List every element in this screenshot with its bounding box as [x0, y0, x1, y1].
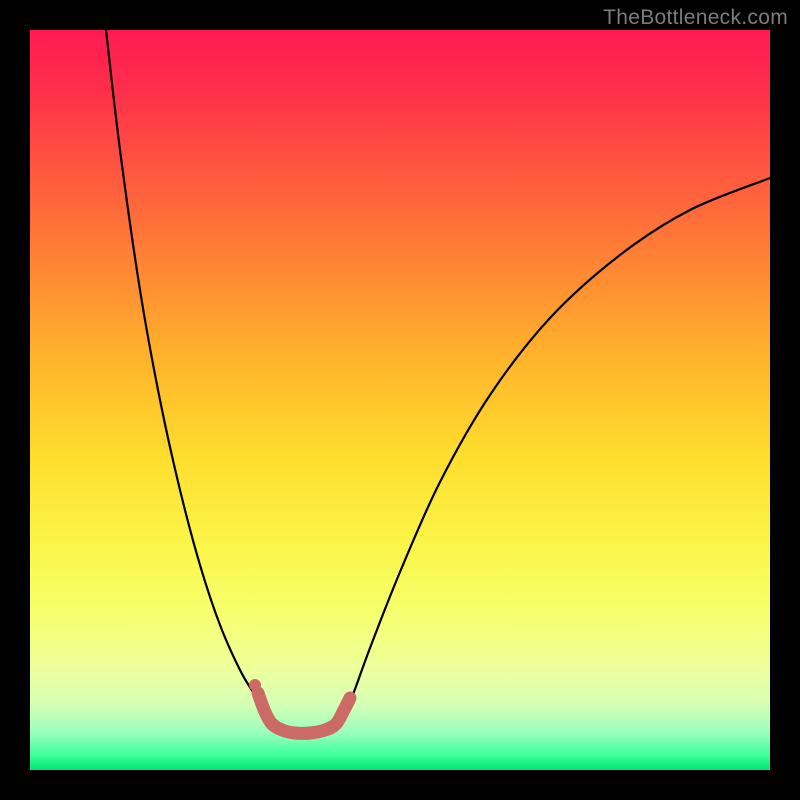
- curve-right-branch: [338, 178, 770, 722]
- watermark-text: TheBottleneck.com: [603, 6, 788, 30]
- chart-frame: [30, 30, 770, 770]
- optimal-zone-dot: [249, 679, 261, 691]
- chart-svg: [30, 30, 770, 770]
- optimal-zone-highlight: [258, 693, 350, 733]
- curve-left-branch: [106, 30, 278, 722]
